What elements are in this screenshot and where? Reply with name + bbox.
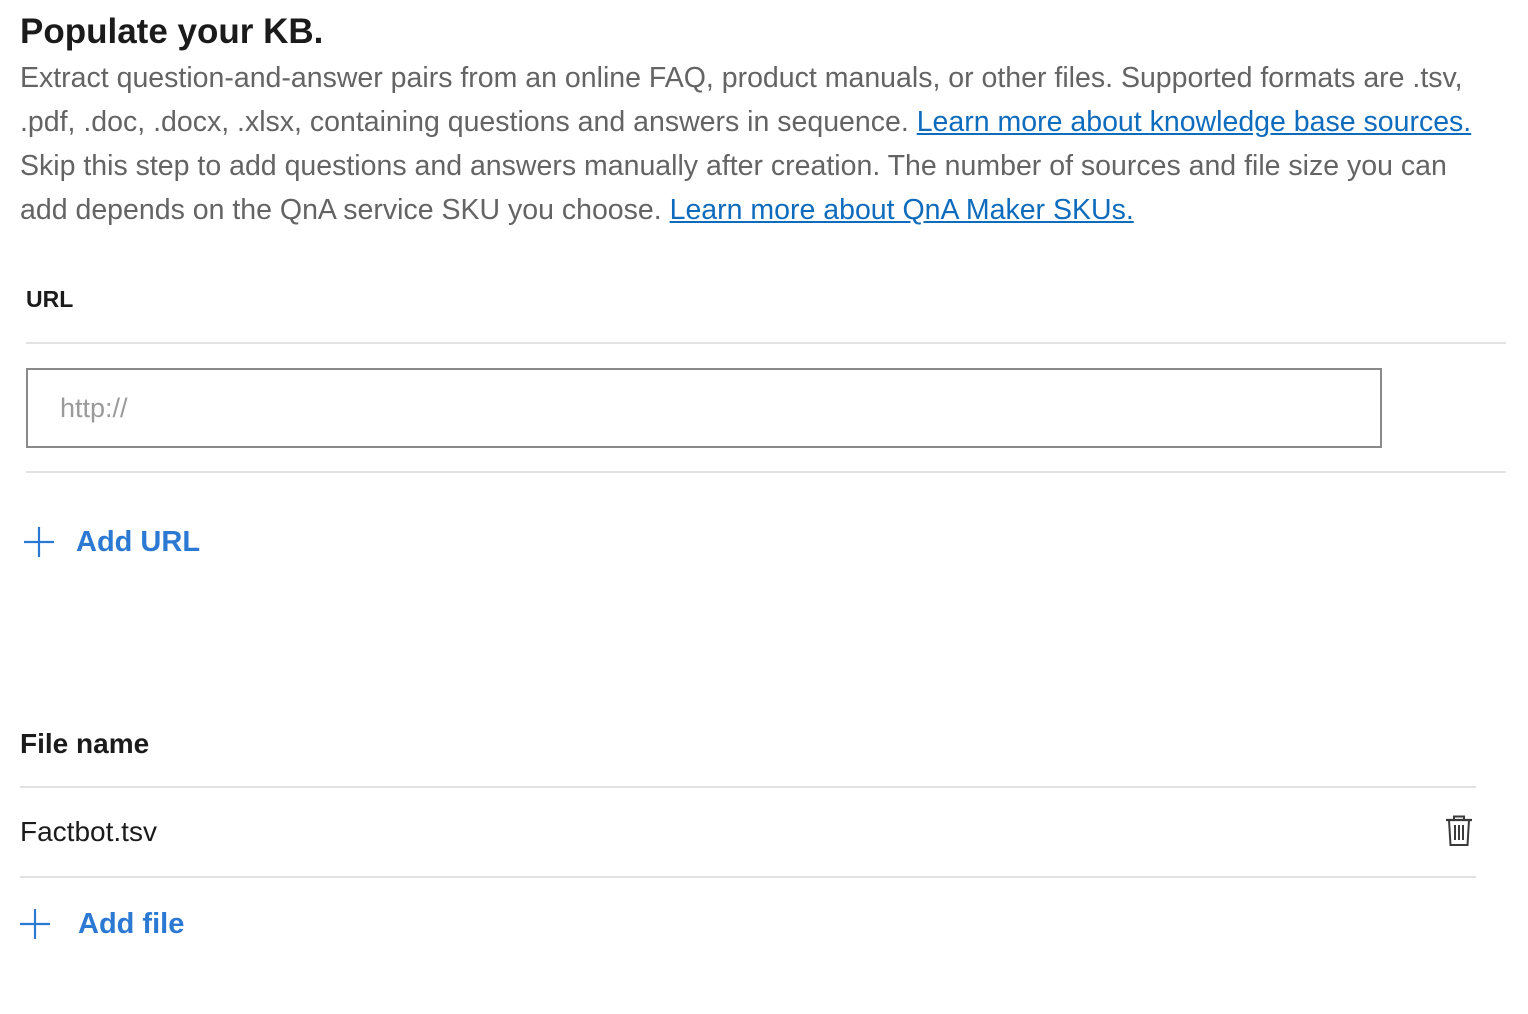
url-column-header: URL bbox=[26, 286, 74, 312]
divider bbox=[26, 342, 1506, 344]
page-title: Populate your KB. bbox=[20, 12, 324, 51]
add-file-label: Add file bbox=[78, 908, 185, 940]
add-url-button[interactable]: Add URL bbox=[22, 522, 200, 562]
divider bbox=[26, 471, 1506, 473]
file-name-column-header: File name bbox=[20, 728, 150, 759]
learn-more-kb-sources-link[interactable]: Learn more about knowledge base sources. bbox=[917, 106, 1472, 138]
divider bbox=[20, 876, 1476, 878]
page-description: Extract question-and-answer pairs from a… bbox=[20, 56, 1490, 232]
learn-more-sku-link[interactable]: Learn more about QnA Maker SKUs. bbox=[670, 194, 1134, 226]
plus-icon bbox=[18, 907, 52, 941]
plus-icon bbox=[22, 525, 56, 559]
file-row: Factbot.tsv bbox=[20, 788, 1476, 876]
file-name: Factbot.tsv bbox=[20, 816, 157, 847]
add-file-button[interactable]: Add file bbox=[18, 904, 184, 944]
add-url-label: Add URL bbox=[76, 526, 201, 558]
url-input[interactable] bbox=[26, 368, 1382, 448]
trash-icon[interactable] bbox=[1444, 814, 1474, 848]
